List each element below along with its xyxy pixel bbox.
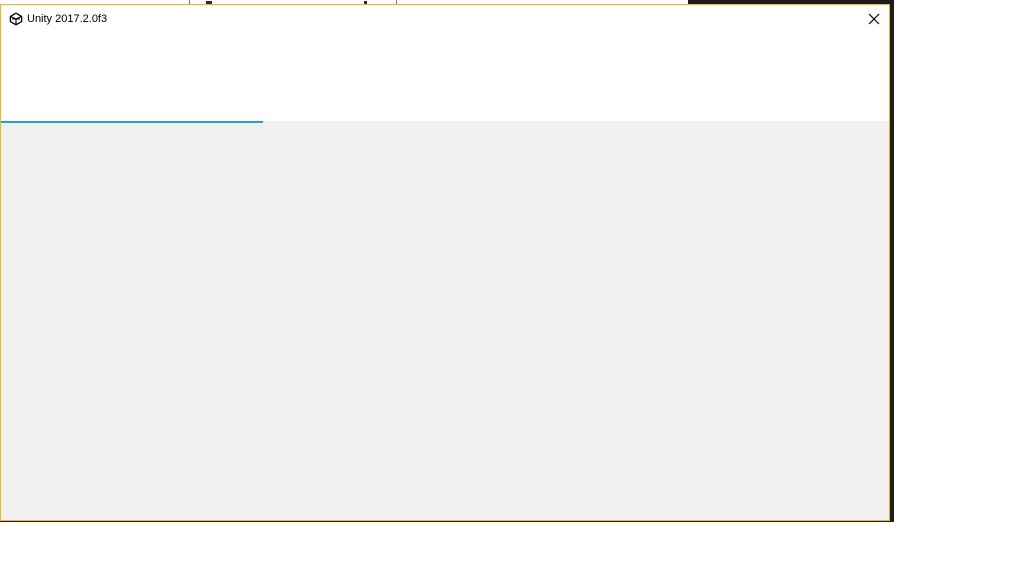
close-button[interactable] bbox=[859, 5, 889, 33]
close-icon bbox=[868, 13, 880, 25]
window-content-area bbox=[1, 123, 889, 520]
title-bar[interactable]: Unity 2017.2.0f3 bbox=[1, 5, 889, 121]
window-title: Unity 2017.2.0f3 bbox=[27, 13, 108, 25]
unity-logo-icon bbox=[9, 12, 23, 26]
unity-loading-window: Unity 2017.2.0f3 bbox=[0, 4, 890, 521]
